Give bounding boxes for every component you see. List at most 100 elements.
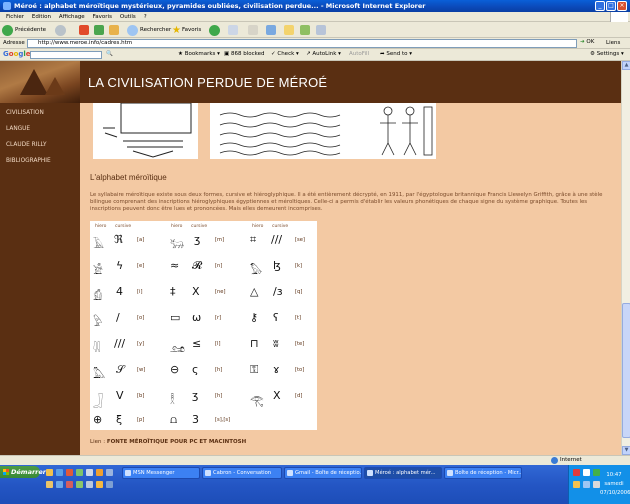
clock[interactable]: 10:47 samedi 07/10/2006 [600, 471, 630, 498]
quicklaunch-row2-icon-4[interactable] [76, 481, 83, 488]
section-title: L'alphabet méroïtique [90, 173, 167, 182]
quicklaunch-messenger-icon[interactable] [76, 469, 83, 476]
refresh-button[interactable] [94, 24, 104, 36]
task-gmail[interactable]: Gmail - Boîte de réceptio... [284, 467, 362, 479]
glyph-cursive-s: 3 [192, 413, 199, 426]
quicklaunch-row2-icon-1[interactable] [46, 481, 53, 488]
quicklaunch-row2-icon-2[interactable] [56, 481, 63, 488]
bookmarks-button[interactable]: ★ Bookmarks ▾ [178, 51, 220, 57]
quicklaunch-ie-icon[interactable] [56, 469, 63, 476]
tray-icon-6[interactable] [593, 481, 600, 488]
glyph-hiero-y: 𓇌 [93, 342, 101, 355]
window-title-bar[interactable]: Méroé : alphabet méroïtique mystérieux, … [0, 0, 630, 12]
col-header-cursive-3: cursive [272, 224, 289, 229]
quicklaunch-folder-icon[interactable] [46, 469, 53, 476]
quicklaunch-app-icon[interactable] [96, 469, 103, 476]
task-conversation[interactable]: Cabron - Conversation [202, 467, 282, 479]
glyph-hiero-l: 𓃭 [170, 342, 185, 355]
sendto-button[interactable]: ➦ Send to ▾ [380, 51, 412, 57]
stop-button[interactable] [79, 24, 89, 36]
google-search-button[interactable]: 🔍 [106, 51, 113, 57]
window-title: Méroé : alphabet méroïtique mystérieux, … [14, 2, 426, 10]
menu-favoris[interactable]: Favoris [93, 12, 112, 22]
google-logo[interactable]: Google [3, 50, 31, 58]
quicklaunch-desktop-icon[interactable] [86, 469, 93, 476]
scroll-up-icon[interactable]: ▲ [622, 61, 630, 70]
nav-langue[interactable]: LANGUE [6, 121, 80, 137]
menu-bar: Fichier Edition Affichage Favoris Outils… [0, 12, 630, 22]
forward-button[interactable] [55, 24, 68, 36]
page-viewport: LA CIVILISATION PERDUE DE MÉROÉ CIVILISA… [0, 61, 621, 455]
mail-button[interactable] [228, 24, 238, 36]
quicklaunch-row2-icon-3[interactable] [66, 481, 73, 488]
scroll-down-icon[interactable]: ▼ [622, 446, 630, 455]
quicklaunch-row2-icon-5[interactable] [86, 481, 93, 488]
nav-bibliographie[interactable]: BIBLIOGRAPHIE [6, 153, 80, 169]
tray-icon-4[interactable] [573, 481, 580, 488]
back-button[interactable]: Précédente [2, 24, 46, 36]
edit-button[interactable] [266, 24, 276, 36]
folder-icon [284, 25, 294, 35]
print-button[interactable] [248, 24, 258, 36]
links-button[interactable]: Liens [606, 40, 620, 46]
refresh-icon [94, 25, 104, 35]
menu-fichier[interactable]: Fichier [6, 12, 24, 22]
value-a: [a] [137, 237, 145, 243]
page-scrollbar[interactable]: ▲ ▼ [621, 61, 630, 455]
tray-icon-5[interactable] [583, 481, 590, 488]
folder-button[interactable] [284, 24, 294, 36]
value-d: [d] [295, 393, 303, 399]
scroll-thumb[interactable] [622, 303, 630, 438]
nav-claude-rilly[interactable]: CLAUDE RILLY [6, 137, 80, 153]
quicklaunch-row2-icon-7[interactable] [106, 481, 113, 488]
popup-blocked-button[interactable]: ▣ 868 blocked [224, 51, 264, 57]
close-button[interactable]: × [617, 1, 627, 11]
home-button[interactable] [109, 24, 119, 36]
autolink-button[interactable]: ↗ AutoLink ▾ [306, 51, 341, 57]
value-ne: [ne] [215, 289, 226, 295]
value-y: [y] [137, 341, 145, 347]
address-input[interactable]: http://www.meroe.info/cadres.htm [27, 39, 577, 48]
quicklaunch-row2-icon-6[interactable] [96, 481, 103, 488]
menu-help[interactable]: ? [144, 12, 147, 22]
google-search-input[interactable] [30, 51, 102, 59]
intro-paragraph: Le syllabaire méroïtique existe sous deu… [90, 192, 603, 212]
minimize-button[interactable]: _ [595, 1, 605, 11]
col-header-hiero-3: hiero [252, 224, 264, 229]
favorites-button[interactable]: ★ Favoris [172, 24, 201, 36]
menu-outils[interactable]: Outils [120, 12, 136, 22]
nav-civilisation[interactable]: CIVILISATION [6, 105, 80, 121]
quicklaunch-app2-icon[interactable] [106, 469, 113, 476]
font-download-link[interactable]: FONTE MÉROÏTIQUE POUR PC ET MACINTOSH [107, 439, 246, 445]
menu-edition[interactable]: Edition [32, 12, 51, 22]
quicklaunch-media-icon[interactable] [66, 469, 73, 476]
tray-icon-1[interactable] [573, 469, 580, 476]
left-navigation: CIVILISATION LANGUE CLAUDE RILLY BIBLIOG… [0, 103, 80, 455]
menu-affichage[interactable]: Affichage [59, 12, 85, 22]
back-arrow-icon [2, 24, 13, 36]
go-button[interactable]: ➜ OK [580, 39, 594, 45]
research-button[interactable] [316, 24, 326, 36]
task-inbox[interactable]: Boîte de réception - Micr... [444, 467, 522, 479]
value-k: [k] [295, 263, 303, 269]
glyph-cursive-d: X [273, 389, 281, 402]
check-button[interactable]: ✓ Check ▾ [271, 51, 299, 57]
col-header-cursive-1: cursive [115, 224, 132, 229]
glyph-hiero-ne: ‡ [170, 285, 176, 298]
task-meroe-active[interactable]: Méroé : alphabet mér... [364, 467, 442, 479]
value-p: [p] [137, 417, 145, 423]
tray-icon-2[interactable] [583, 469, 590, 476]
messenger-button[interactable] [300, 24, 310, 36]
search-button[interactable]: Rechercher [127, 24, 171, 36]
settings-button[interactable]: ⚙ Settings ▾ [590, 51, 624, 57]
task-msn-messenger[interactable]: MSN Messenger [122, 467, 200, 479]
start-button[interactable]: Démarrer [0, 466, 46, 478]
glyph-cursive-q: /ɜ [273, 285, 283, 298]
tray-icon-3[interactable] [593, 469, 600, 476]
value-se: [se] [295, 237, 305, 243]
history-button[interactable] [209, 24, 222, 36]
maximize-button[interactable]: □ [606, 1, 616, 11]
autofill-button[interactable]: AutoFill [349, 51, 369, 57]
clock-time: 10:47 [606, 472, 622, 478]
glyph-cursive-i: 4 [116, 285, 123, 298]
